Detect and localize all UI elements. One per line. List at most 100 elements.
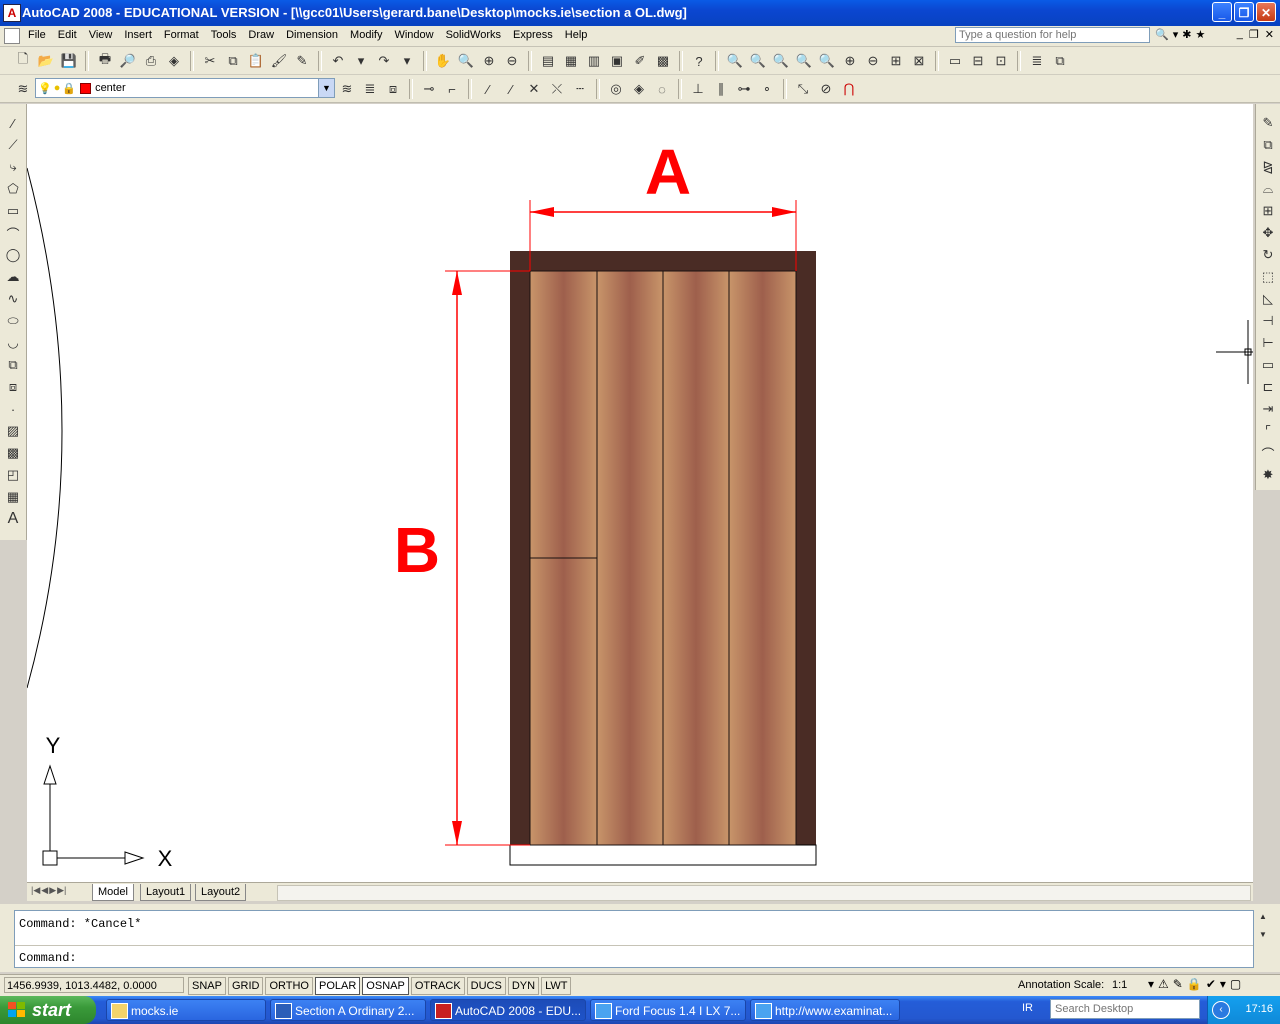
menu-format[interactable]: Format	[158, 29, 205, 41]
annotation-scale-value[interactable]: 1:1	[1112, 979, 1127, 991]
menu-file[interactable]: File	[22, 29, 52, 41]
arc-geometry[interactable]	[27, 167, 63, 689]
fillet-icon[interactable]: ⌒	[1257, 442, 1279, 464]
snap-tangent-icon[interactable]: ◌	[651, 78, 673, 100]
line-icon[interactable]: ⁄	[2, 112, 24, 134]
zoom-window-icon[interactable]: ⊕	[478, 50, 500, 72]
arc-icon[interactable]: ⌒	[2, 222, 24, 244]
menu-dimension[interactable]: Dimension	[280, 29, 344, 41]
communication-icon[interactable]: ✔	[1206, 977, 1216, 991]
zoom-realtime-icon[interactable]: 🔍	[455, 50, 477, 72]
minimize-button[interactable]: _	[1212, 2, 1232, 22]
extend-icon[interactable]: ⊢	[1257, 332, 1279, 354]
command-prompt[interactable]: Command:	[19, 951, 77, 965]
chevron-down-icon[interactable]: ▾	[1148, 977, 1154, 991]
menu-window[interactable]: Window	[388, 29, 439, 41]
snap-node-icon[interactable]: ∘	[756, 78, 778, 100]
region-icon[interactable]: ◰	[2, 464, 24, 486]
mirror-icon[interactable]: ⧎	[1257, 156, 1279, 178]
status-menu-icon[interactable]: ▾	[1220, 977, 1226, 991]
autocad-app-icon[interactable]: A	[3, 4, 21, 22]
annotation-autoscale-icon[interactable]: ✎	[1173, 977, 1183, 991]
search-desktop-input[interactable]	[1050, 999, 1200, 1019]
circle-icon[interactable]: ◯	[2, 244, 24, 266]
layer-previous-2-icon[interactable]: ≣	[359, 78, 381, 100]
prev-tab-arrow-icon[interactable]: ◀	[41, 885, 48, 896]
linear-dimension-icon[interactable]: ⊟	[967, 50, 989, 72]
horizontal-scrollbar[interactable]	[277, 885, 1251, 901]
menu-tools[interactable]: Tools	[205, 29, 243, 41]
named-views-icon[interactable]: ▭	[944, 50, 966, 72]
save-icon[interactable]: 💾	[58, 50, 80, 72]
object-snap-settings-icon[interactable]: ⋂	[838, 78, 860, 100]
copy-icon[interactable]: ⧉	[222, 50, 244, 72]
paste-icon[interactable]: 📋	[245, 50, 267, 72]
offset-icon[interactable]: ⌓	[1257, 178, 1279, 200]
help-icon[interactable]: ?	[688, 50, 710, 72]
snap-endpoint-icon[interactable]: ⁄	[477, 78, 499, 100]
block-editor-icon[interactable]: ✎	[291, 50, 313, 72]
array-icon[interactable]: ⊞	[1257, 200, 1279, 222]
layer-dropdown[interactable]: 💡 ● 🔒 center ▼	[35, 78, 335, 98]
undo-dropdown-icon[interactable]: ▾	[350, 50, 372, 72]
taskbar-item[interactable]: Section A Ordinary 2...	[270, 999, 426, 1021]
zoom-scale-icon[interactable]: 🔍	[793, 50, 815, 72]
make-object-layer-current-icon[interactable]: ≋	[336, 78, 358, 100]
zoom-all-icon[interactable]: ⊞	[885, 50, 907, 72]
snap-insert-icon[interactable]: ⊶	[733, 78, 755, 100]
taskbar-item[interactable]: http://www.examinat...	[750, 999, 900, 1021]
status-toggle-ortho[interactable]: ORTHO	[265, 977, 313, 995]
tab-layout1[interactable]: Layout1	[140, 884, 192, 901]
snap-from-icon[interactable]: ⌐	[441, 78, 463, 100]
doc-restore-button[interactable]: ❐	[1249, 28, 1259, 41]
multiline-text-icon[interactable]: A	[2, 508, 24, 530]
menu-modify[interactable]: Modify	[344, 29, 388, 41]
break-icon[interactable]: ⊏	[1257, 376, 1279, 398]
move-icon[interactable]: ✥	[1257, 222, 1279, 244]
snap-none-icon[interactable]: ⊘	[815, 78, 837, 100]
layer-previous-icon[interactable]: ⧉	[1049, 50, 1071, 72]
sheet-set-icon[interactable]: ▣	[606, 50, 628, 72]
tool-palettes-icon[interactable]: ▥	[583, 50, 605, 72]
snap-parallel-icon[interactable]: ∥	[710, 78, 732, 100]
toolbar-lock-icon[interactable]: 🔒	[1187, 977, 1202, 991]
show-hidden-icons-icon[interactable]: ‹	[1212, 1001, 1230, 1019]
doc-minimize-button[interactable]: _	[1237, 28, 1243, 41]
chevron-down-icon[interactable]: ▼	[318, 79, 334, 97]
3d-dwf-icon[interactable]: ◈	[163, 50, 185, 72]
status-toggle-osnap[interactable]: OSNAP	[362, 977, 409, 995]
status-toggle-snap[interactable]: SNAP	[188, 977, 226, 995]
open-file-icon[interactable]: 📂	[35, 50, 57, 72]
snap-quadrant-icon[interactable]: ◈	[628, 78, 650, 100]
document-icon[interactable]	[4, 28, 20, 44]
zoom-center-icon[interactable]: 🔍	[816, 50, 838, 72]
rectangle-icon[interactable]: ▭	[2, 200, 24, 222]
polygon-icon[interactable]: ⬠	[2, 178, 24, 200]
start-button[interactable]: start	[0, 996, 96, 1024]
annotation-visibility-icon[interactable]: ⚠	[1158, 977, 1169, 991]
zoom-in-icon[interactable]: ⊕	[839, 50, 861, 72]
status-toggle-otrack[interactable]: OTRACK	[410, 977, 465, 995]
spline-icon[interactable]: ∿	[2, 288, 24, 310]
zoom-previous-icon[interactable]: ⊖	[501, 50, 523, 72]
design-center-icon[interactable]: ▦	[560, 50, 582, 72]
snap-intersection-icon[interactable]: ✕	[523, 78, 545, 100]
table-icon[interactable]: ▦	[2, 486, 24, 508]
construction-line-icon[interactable]: ⟋	[2, 134, 24, 156]
ellipse-icon[interactable]: ⬭	[2, 310, 24, 332]
stretch-icon[interactable]: ◺	[1257, 288, 1279, 310]
door-threshold[interactable]	[509, 844, 817, 866]
layer-manager-icon[interactable]: ≋	[12, 78, 34, 100]
make-block-icon[interactable]: ⧈	[2, 376, 24, 398]
snap-perpendicular-icon[interactable]: ⊥	[687, 78, 709, 100]
language-indicator[interactable]: IR	[1022, 1002, 1033, 1014]
help-search-input[interactable]	[955, 27, 1150, 43]
snap-nearest-icon[interactable]: ⤡	[792, 78, 814, 100]
gradient-icon[interactable]: ▩	[2, 442, 24, 464]
zoom-realtime-2-icon[interactable]: 🔍	[724, 50, 746, 72]
tab-model[interactable]: Model	[92, 884, 134, 901]
undo-icon[interactable]: ↶	[327, 50, 349, 72]
ellipse-arc-icon[interactable]: ◡	[2, 332, 24, 354]
last-tab-arrow-icon[interactable]: ▶|	[57, 885, 66, 896]
clean-screen-icon[interactable]: ▢	[1230, 977, 1241, 991]
